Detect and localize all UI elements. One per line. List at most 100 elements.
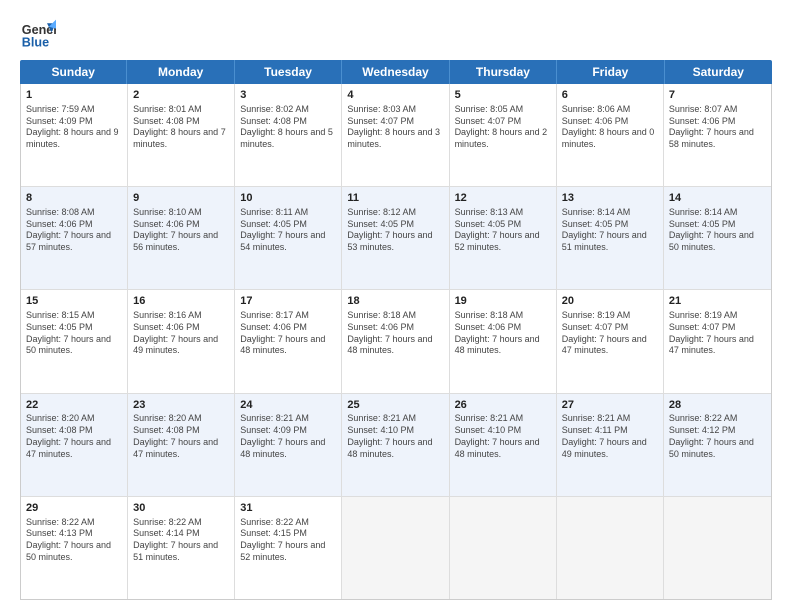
day-info: Sunrise: 8:22 AM Sunset: 4:15 PM Dayligh…: [240, 517, 336, 564]
daylight-label: Daylight: 7 hours and 47 minutes.: [26, 437, 111, 459]
day-number: 19: [455, 294, 551, 309]
sunrise-label: Sunrise: 8:18 AM: [455, 310, 524, 320]
sunrise-label: Sunrise: 8:14 AM: [669, 207, 738, 217]
sunset-label: Sunset: 4:08 PM: [133, 425, 200, 435]
day-number: 20: [562, 294, 658, 309]
day-info: Sunrise: 8:21 AM Sunset: 4:10 PM Dayligh…: [347, 413, 443, 460]
calendar-cell-1: 1 Sunrise: 7:59 AM Sunset: 4:09 PM Dayli…: [21, 84, 128, 186]
daylight-label: Daylight: 7 hours and 49 minutes.: [562, 437, 647, 459]
day-info: Sunrise: 8:10 AM Sunset: 4:06 PM Dayligh…: [133, 207, 229, 254]
daylight-label: Daylight: 7 hours and 57 minutes.: [26, 230, 111, 252]
day-info: Sunrise: 8:22 AM Sunset: 4:13 PM Dayligh…: [26, 517, 122, 564]
calendar-cell-empty: [342, 497, 449, 599]
sunset-label: Sunset: 4:06 PM: [133, 322, 200, 332]
daylight-label: Daylight: 7 hours and 51 minutes.: [562, 230, 647, 252]
day-number: 31: [240, 501, 336, 516]
daylight-label: Daylight: 7 hours and 53 minutes.: [347, 230, 432, 252]
calendar-cell-31: 31 Sunrise: 8:22 AM Sunset: 4:15 PM Dayl…: [235, 497, 342, 599]
sunset-label: Sunset: 4:12 PM: [669, 425, 736, 435]
sunset-label: Sunset: 4:14 PM: [133, 528, 200, 538]
calendar-cell-9: 9 Sunrise: 8:10 AM Sunset: 4:06 PM Dayli…: [128, 187, 235, 289]
day-number: 2: [133, 88, 229, 103]
daylight-label: Daylight: 7 hours and 50 minutes.: [669, 437, 754, 459]
sunrise-label: Sunrise: 8:22 AM: [669, 413, 738, 423]
daylight-label: Daylight: 7 hours and 48 minutes.: [240, 437, 325, 459]
day-number: 1: [26, 88, 122, 103]
sunrise-label: Sunrise: 8:22 AM: [240, 517, 309, 527]
sunset-label: Sunset: 4:09 PM: [26, 116, 93, 126]
sunset-label: Sunset: 4:08 PM: [26, 425, 93, 435]
calendar: Sunday Monday Tuesday Wednesday Thursday…: [20, 60, 772, 600]
sunset-label: Sunset: 4:06 PM: [455, 322, 522, 332]
sunrise-label: Sunrise: 7:59 AM: [26, 104, 95, 114]
day-number: 22: [26, 398, 122, 413]
day-number: 8: [26, 191, 122, 206]
day-number: 14: [669, 191, 766, 206]
calendar-cell-16: 16 Sunrise: 8:16 AM Sunset: 4:06 PM Dayl…: [128, 290, 235, 392]
daylight-label: Daylight: 7 hours and 51 minutes.: [133, 540, 218, 562]
day-number: 29: [26, 501, 122, 516]
sunrise-label: Sunrise: 8:07 AM: [669, 104, 738, 114]
day-number: 9: [133, 191, 229, 206]
day-number: 23: [133, 398, 229, 413]
day-info: Sunrise: 8:20 AM Sunset: 4:08 PM Dayligh…: [26, 413, 122, 460]
day-number: 6: [562, 88, 658, 103]
day-info: Sunrise: 8:21 AM Sunset: 4:10 PM Dayligh…: [455, 413, 551, 460]
sunrise-label: Sunrise: 8:01 AM: [133, 104, 202, 114]
calendar-cell-18: 18 Sunrise: 8:18 AM Sunset: 4:06 PM Dayl…: [342, 290, 449, 392]
sunrise-label: Sunrise: 8:12 AM: [347, 207, 416, 217]
sunset-label: Sunset: 4:13 PM: [26, 528, 93, 538]
day-info: Sunrise: 8:21 AM Sunset: 4:11 PM Dayligh…: [562, 413, 658, 460]
daylight-label: Daylight: 7 hours and 56 minutes.: [133, 230, 218, 252]
sunrise-label: Sunrise: 8:20 AM: [133, 413, 202, 423]
calendar-cell-4: 4 Sunrise: 8:03 AM Sunset: 4:07 PM Dayli…: [342, 84, 449, 186]
calendar-cell-27: 27 Sunrise: 8:21 AM Sunset: 4:11 PM Dayl…: [557, 394, 664, 496]
calendar-cell-12: 12 Sunrise: 8:13 AM Sunset: 4:05 PM Dayl…: [450, 187, 557, 289]
daylight-label: Daylight: 7 hours and 47 minutes.: [669, 334, 754, 356]
sunrise-label: Sunrise: 8:21 AM: [240, 413, 309, 423]
daylight-label: Daylight: 7 hours and 48 minutes.: [240, 334, 325, 356]
sunrise-label: Sunrise: 8:02 AM: [240, 104, 309, 114]
sunrise-label: Sunrise: 8:19 AM: [669, 310, 738, 320]
day-info: Sunrise: 8:07 AM Sunset: 4:06 PM Dayligh…: [669, 104, 766, 151]
day-info: Sunrise: 8:12 AM Sunset: 4:05 PM Dayligh…: [347, 207, 443, 254]
day-number: 18: [347, 294, 443, 309]
page: General Blue Sunday Monday Tuesday Wedne…: [0, 0, 792, 612]
sunrise-label: Sunrise: 8:13 AM: [455, 207, 524, 217]
calendar-cell-17: 17 Sunrise: 8:17 AM Sunset: 4:06 PM Dayl…: [235, 290, 342, 392]
sunrise-label: Sunrise: 8:21 AM: [347, 413, 416, 423]
sunrise-label: Sunrise: 8:08 AM: [26, 207, 95, 217]
sunrise-label: Sunrise: 8:21 AM: [562, 413, 631, 423]
daylight-label: Daylight: 7 hours and 54 minutes.: [240, 230, 325, 252]
daylight-label: Daylight: 7 hours and 58 minutes.: [669, 127, 754, 149]
calendar-row-4: 22 Sunrise: 8:20 AM Sunset: 4:08 PM Dayl…: [21, 394, 771, 497]
day-number: 15: [26, 294, 122, 309]
daylight-label: Daylight: 8 hours and 3 minutes.: [347, 127, 440, 149]
day-info: Sunrise: 8:05 AM Sunset: 4:07 PM Dayligh…: [455, 104, 551, 151]
sunrise-label: Sunrise: 8:18 AM: [347, 310, 416, 320]
sunset-label: Sunset: 4:05 PM: [455, 219, 522, 229]
daylight-label: Daylight: 7 hours and 52 minutes.: [240, 540, 325, 562]
day-number: 30: [133, 501, 229, 516]
day-number: 3: [240, 88, 336, 103]
daylight-label: Daylight: 7 hours and 50 minutes.: [669, 230, 754, 252]
day-number: 17: [240, 294, 336, 309]
daylight-label: Daylight: 7 hours and 48 minutes.: [347, 334, 432, 356]
sunrise-label: Sunrise: 8:22 AM: [26, 517, 95, 527]
day-number: 5: [455, 88, 551, 103]
day-info: Sunrise: 8:08 AM Sunset: 4:06 PM Dayligh…: [26, 207, 122, 254]
day-number: 24: [240, 398, 336, 413]
sunset-label: Sunset: 4:07 PM: [562, 322, 629, 332]
calendar-row-1: 1 Sunrise: 7:59 AM Sunset: 4:09 PM Dayli…: [21, 84, 771, 187]
day-number: 16: [133, 294, 229, 309]
day-info: Sunrise: 8:22 AM Sunset: 4:14 PM Dayligh…: [133, 517, 229, 564]
day-number: 25: [347, 398, 443, 413]
sunset-label: Sunset: 4:05 PM: [562, 219, 629, 229]
day-info: Sunrise: 8:22 AM Sunset: 4:12 PM Dayligh…: [669, 413, 766, 460]
sunset-label: Sunset: 4:06 PM: [669, 116, 736, 126]
day-number: 27: [562, 398, 658, 413]
day-info: Sunrise: 7:59 AM Sunset: 4:09 PM Dayligh…: [26, 104, 122, 151]
day-info: Sunrise: 8:03 AM Sunset: 4:07 PM Dayligh…: [347, 104, 443, 151]
calendar-cell-6: 6 Sunrise: 8:06 AM Sunset: 4:06 PM Dayli…: [557, 84, 664, 186]
sunrise-label: Sunrise: 8:14 AM: [562, 207, 631, 217]
